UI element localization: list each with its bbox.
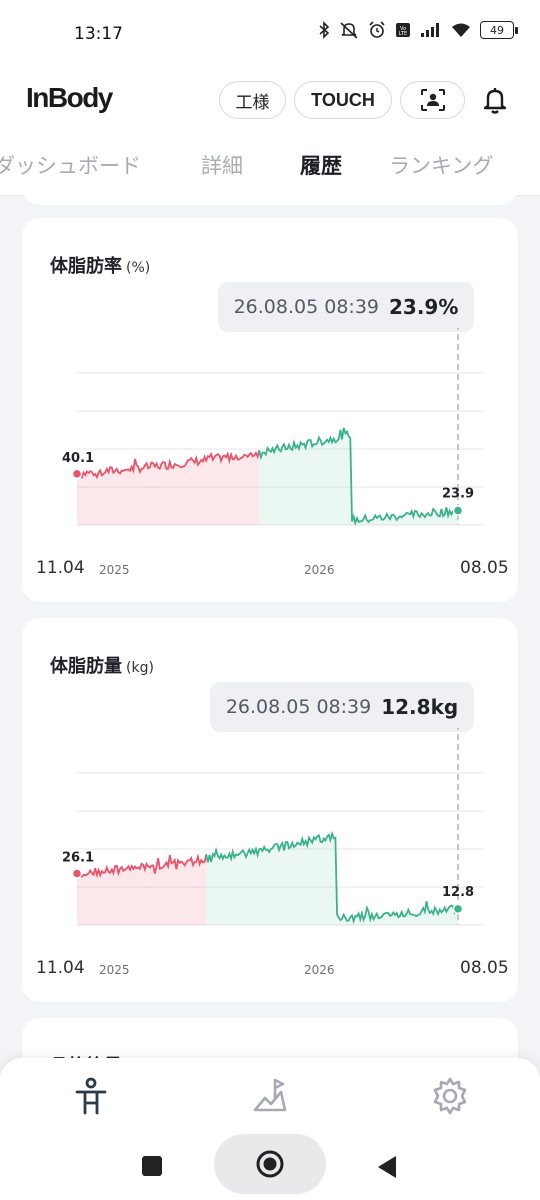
bluetooth-icon [319, 21, 330, 39]
nav-body-button[interactable] [72, 1076, 110, 1120]
card-title-text: 体脂肪率 [50, 256, 122, 277]
x-axis-start-date: 11.04 [36, 558, 85, 578]
svg-text:LTE: LTE [399, 31, 407, 37]
profile-scan-button[interactable] [400, 81, 465, 119]
body-fat-mass-chart[interactable]: 26.1 12.8 [22, 728, 518, 968]
nav-settings-button[interactable] [431, 1076, 469, 1120]
battery-icon: 49 [480, 21, 518, 39]
card-title: 体脂肪量 (kg) [50, 652, 154, 678]
recent-apps-button[interactable] [142, 1156, 162, 1176]
end-point [452, 505, 464, 516]
tooltip-value: 23.9% [389, 295, 459, 319]
tooltip-date: 26.08.05 08:39 [225, 696, 372, 718]
x-axis-start-date: 11.04 [36, 958, 85, 978]
status-bar: 13:17 Vo LTE 49 [0, 0, 540, 66]
body-fat-mass-card[interactable]: 体脂肪量 (kg) 26.08.05 08:39 12.8kg 26.1 12.8 … [22, 618, 518, 1002]
user-button[interactable]: 工様 [219, 81, 286, 119]
start-value-label: 40.1 [62, 451, 94, 466]
card-title: 体脂肪率 (%) [50, 252, 150, 278]
nav-goal-button[interactable] [251, 1076, 289, 1120]
card-unit: (%) [126, 260, 151, 276]
x-axis-year-label: 2025 [99, 563, 130, 577]
previous-card-edge [22, 185, 518, 205]
end-value-label: 12.8 [442, 885, 474, 900]
gear-icon [433, 1077, 467, 1115]
home-button[interactable] [214, 1134, 326, 1194]
body-fat-percent-card[interactable]: 体脂肪率 (%) 26.08.05 08:39 23.9% 40.1 23.9 11… [22, 218, 518, 602]
body-figure-icon [75, 1077, 107, 1115]
home-circle-icon [256, 1150, 284, 1178]
touch-button[interactable]: TOUCH [294, 81, 392, 119]
volte-icon: VoLTE [396, 23, 410, 37]
x-axis-end-date: 08.05 [460, 958, 509, 978]
tooltip-date: 26.08.05 08:39 [233, 296, 379, 318]
app-header: InBody 工様 TOUCH [0, 66, 540, 136]
body-fat-percent-chart[interactable]: 40.1 23.9 [22, 328, 518, 568]
system-navigation [0, 1130, 540, 1200]
status-icons: Vo LTE 49 [318, 21, 518, 39]
start-point [71, 868, 83, 879]
signal-icon [421, 23, 439, 37]
card-unit: (kg) [126, 660, 154, 676]
end-value-label: 23.9 [442, 487, 474, 502]
chart-tooltip: 26.08.05 08:39 23.9% [218, 282, 474, 332]
status-time: 13:17 [74, 24, 123, 44]
goal-flag-icon [253, 1078, 287, 1112]
tab-dashboard[interactable]: ダッシュボード [0, 150, 141, 180]
chart-tooltip: 26.08.05 08:39 12.8kg [210, 682, 474, 732]
mute-icon [340, 22, 358, 39]
tooltip-value: 12.8kg [381, 695, 459, 719]
x-axis-year-label: 2025 [99, 963, 130, 977]
tab-details[interactable]: 詳細 [201, 150, 243, 180]
alarm-icon [369, 21, 385, 38]
bell-icon [483, 88, 507, 114]
end-point [452, 903, 464, 915]
start-value-label: 26.1 [62, 850, 94, 865]
card-title-text: 体脂肪量 [50, 656, 122, 677]
profile-scan-icon [420, 89, 445, 111]
series-area-below-target [206, 833, 458, 925]
battery-level: 49 [490, 23, 504, 37]
series-area-below-target [259, 427, 458, 525]
start-point [71, 468, 83, 480]
x-axis-end-date: 08.05 [460, 558, 509, 578]
wifi-icon [452, 23, 470, 37]
notification-button[interactable] [480, 85, 510, 119]
tab-history[interactable]: 履歴 [300, 150, 342, 180]
series-area-above-target [77, 450, 260, 525]
x-axis-year-label: 2026 [304, 963, 335, 977]
x-axis-year-label: 2026 [304, 563, 335, 577]
app-logo: InBody [26, 82, 113, 113]
tab-ranking[interactable]: ランキング [389, 150, 493, 180]
back-button[interactable] [376, 1154, 398, 1180]
